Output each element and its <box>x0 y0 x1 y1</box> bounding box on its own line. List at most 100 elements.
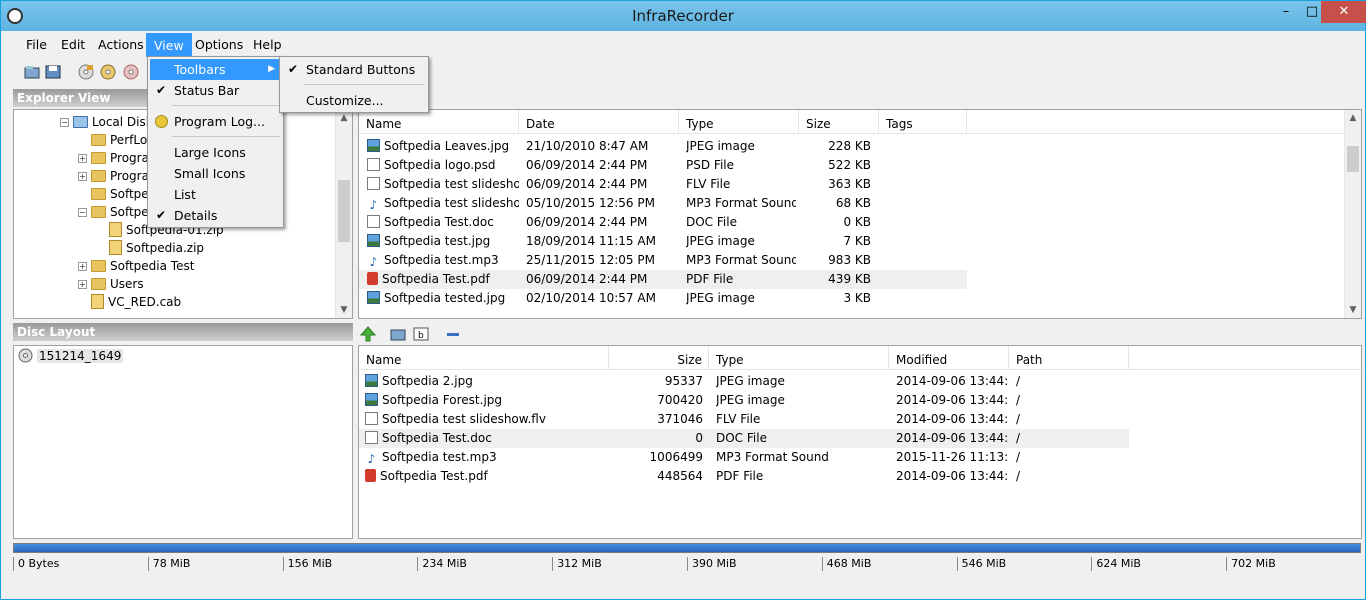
disc-root-item[interactable]: 151214_1649 <box>18 347 124 365</box>
capacity-bar: 0 Bytes 78 MiB 156 MiB 234 MiB 312 MiB 390 Mi… <box>11 543 1363 599</box>
expander-icon[interactable]: + <box>78 280 87 289</box>
menu-help[interactable]: Help <box>246 33 289 57</box>
expander-icon[interactable]: + <box>78 154 87 163</box>
file-list[interactable]: Name Date Type Size Tags Softpedia Leave… <box>358 109 1362 319</box>
file-name: Softpedia Test.pdf <box>382 272 490 286</box>
col-tags[interactable]: Tags <box>879 110 967 134</box>
disc-file-row[interactable]: Softpedia Test.doc 0 DOC File 2014-09-06 13… <box>359 429 1129 448</box>
menu-view[interactable]: View <box>146 33 192 57</box>
col-name[interactable]: Name <box>359 346 609 370</box>
new-folder-icon[interactable] <box>390 326 406 342</box>
file-row[interactable]: ♪ Softpedia test slidesho... 05/10/2015 12… <box>359 194 967 213</box>
view-menu-item-label: Status Bar <box>174 83 240 98</box>
psd-file-icon <box>367 158 380 171</box>
col-modified[interactable]: Modified <box>889 346 1009 370</box>
disc-file-row[interactable]: ♪ Softpedia test.mp3 1006499 MP3 Format Sou… <box>359 448 1129 467</box>
view-menu-item[interactable]: Small Icons <box>150 163 281 184</box>
tree-item[interactable]: + Progra <box>78 149 149 167</box>
checkmark-icon: ✔ <box>156 83 167 97</box>
tree-item[interactable]: + Softpedia Test <box>78 257 194 275</box>
file-row[interactable]: ♪ Softpedia test.mp3 25/11/2015 12:05 PM MP… <box>359 251 967 270</box>
file-row[interactable]: Softpedia logo.psd 06/09/2014 2:44 PM PSD … <box>359 156 967 175</box>
remove-icon[interactable] <box>445 326 461 342</box>
view-menu-item[interactable]: List <box>150 184 281 205</box>
tree-item[interactable]: + Progra <box>78 167 149 185</box>
file-size: 228 KB <box>828 139 871 153</box>
scroll-thumb[interactable] <box>338 180 350 242</box>
title-bar[interactable]: InfraRecorder – □ ✕ <box>1 1 1366 31</box>
tree-item[interactable]: + Users <box>78 275 144 293</box>
disc-file-row[interactable]: Softpedia Test.pdf 448564 PDF File 2014-09-… <box>359 467 1129 486</box>
scroll-thumb[interactable] <box>1347 146 1359 172</box>
expander-icon[interactable]: − <box>60 118 69 127</box>
col-date[interactable]: Date <box>519 110 679 134</box>
file-type: JPEG image <box>686 291 755 305</box>
disc-file-row[interactable]: Softpedia Forest.jpg 700420 JPEG image 2014… <box>359 391 1129 410</box>
copy-disc-icon[interactable] <box>99 63 117 81</box>
file-row[interactable]: Softpedia Test.pdf 06/09/2014 2:44 PM PDF … <box>359 270 967 289</box>
col-size[interactable]: Size <box>609 346 709 370</box>
menu-separator <box>172 105 280 106</box>
capacity-tick: 0 Bytes <box>13 557 59 571</box>
file-name: Softpedia test slidesho... <box>384 177 519 191</box>
file-path: / <box>1016 393 1021 407</box>
file-date: 06/09/2014 2:44 PM <box>526 215 648 229</box>
file-name: Softpedia logo.psd <box>384 158 496 172</box>
file-date: 02/10/2014 10:57 AM <box>526 291 656 305</box>
view-menu-item[interactable]: Toolbars ▶ <box>150 59 281 80</box>
file-size: 95337 <box>664 374 703 388</box>
scroll-down-icon[interactable]: ▼ <box>336 302 352 318</box>
file-row[interactable]: Softpedia Leaves.jpg 21/10/2010 8:47 AM JP… <box>359 137 967 156</box>
capacity-progress <box>13 543 1361 553</box>
expander-icon[interactable]: − <box>78 208 87 217</box>
up-folder-icon[interactable] <box>360 326 376 342</box>
disc-file-list[interactable]: Name Size Type Modified Path Softpedia 2… <box>358 345 1362 539</box>
tree-item[interactable]: − Softpe <box>78 203 149 221</box>
menu-actions[interactable]: Actions <box>91 33 151 57</box>
burn-image-icon[interactable] <box>77 63 95 81</box>
menu-file[interactable]: File <box>19 33 54 57</box>
view-menu-item[interactable]: ✔ Details <box>150 205 281 226</box>
view-menu-item[interactable]: Large Icons <box>150 142 281 163</box>
view-menu-item[interactable]: Program Log... <box>150 111 281 132</box>
file-row[interactable]: Softpedia tested.jpg 02/10/2014 10:57 AM J… <box>359 289 967 308</box>
open-project-icon[interactable] <box>23 63 41 81</box>
tree-item[interactable]: − Local Disk <box>60 113 153 131</box>
disc-layout-tree[interactable]: 151214_1649 <box>13 345 353 539</box>
scroll-down-icon[interactable]: ▼ <box>1345 302 1361 318</box>
rename-icon[interactable]: b <box>413 326 429 342</box>
disc-file-row[interactable]: Softpedia 2.jpg 95337 JPEG image 2014-09-06… <box>359 372 1129 391</box>
col-type[interactable]: Type <box>679 110 799 134</box>
file-modified: 2014-09-06 13:44:20 <box>896 431 1008 445</box>
save-project-icon[interactable] <box>44 63 62 81</box>
tree-item[interactable]: Softpedia.zip <box>96 239 204 257</box>
col-path[interactable]: Path <box>1009 346 1129 370</box>
col-name[interactable]: Name <box>359 110 519 134</box>
menu-edit[interactable]: Edit <box>54 33 92 57</box>
tree-item[interactable]: Softpe <box>78 185 149 203</box>
view-menu-item[interactable]: ✔ Status Bar <box>150 80 281 101</box>
tree-item[interactable]: VC_RED.cab <box>78 293 181 311</box>
expander-icon[interactable]: + <box>78 262 87 271</box>
expander-icon[interactable]: + <box>78 172 87 181</box>
disc-file-row[interactable]: Softpedia test slideshow.flv 371046 FLV Fi… <box>359 410 1129 429</box>
tree-item[interactable]: PerfLo <box>78 131 147 149</box>
menu-options[interactable]: Options <box>188 33 250 57</box>
col-type[interactable]: Type <box>709 346 889 370</box>
scroll-up-icon[interactable]: ▲ <box>1345 110 1361 126</box>
svg-text:b: b <box>418 331 424 341</box>
toolbars-menu-item[interactable]: ✔ Standard Buttons <box>282 59 426 80</box>
toolbars-menu-item[interactable]: Customize... <box>282 90 426 111</box>
file-list-scrollbar[interactable]: ▲ ▼ <box>1344 110 1361 318</box>
file-row[interactable]: Softpedia Test.doc 06/09/2014 2:44 PM DOC … <box>359 213 967 232</box>
file-row[interactable]: Softpedia test.jpg 18/09/2014 11:15 AM JPE… <box>359 232 967 251</box>
audio-file-icon: ♪ <box>369 198 378 212</box>
capacity-tick: 702 MiB <box>1226 557 1276 571</box>
col-size[interactable]: Size <box>799 110 879 134</box>
close-button[interactable]: ✕ <box>1321 1 1366 23</box>
file-row[interactable]: Softpedia test slidesho... 06/09/2014 2:4… <box>359 175 967 194</box>
explorer-scrollbar[interactable]: ▲ ▼ <box>335 110 352 318</box>
file-name: Softpedia test.jpg <box>384 234 491 248</box>
minimize-button[interactable]: – <box>1273 1 1299 23</box>
erase-disc-icon[interactable] <box>122 63 140 81</box>
